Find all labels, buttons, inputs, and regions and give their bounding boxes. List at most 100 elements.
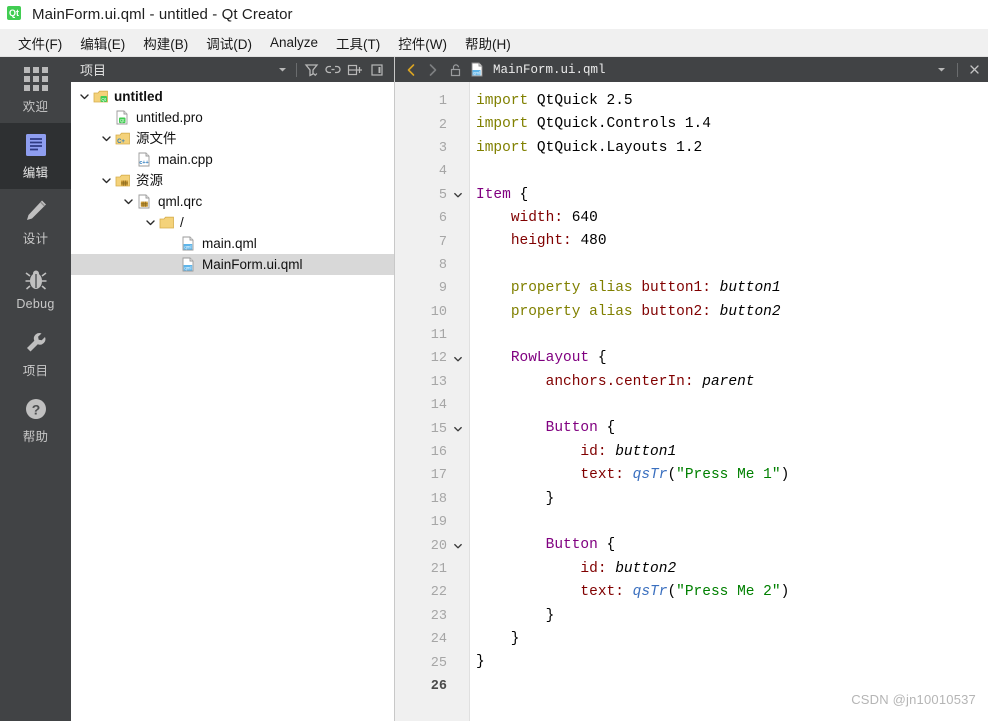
- menu-build[interactable]: 构建(B): [134, 30, 197, 56]
- toolbar-separator: [957, 62, 958, 77]
- code-line: import QtQuick 2.5: [476, 90, 988, 113]
- code-token: Button: [545, 420, 598, 437]
- menu-tools[interactable]: 工具(T): [327, 30, 389, 56]
- link-icon[interactable]: [322, 59, 344, 81]
- chevron-down-icon[interactable]: [931, 60, 951, 80]
- tree-item-label: untitled: [114, 88, 163, 104]
- tree-row[interactable]: /: [71, 212, 394, 233]
- code-token: {: [597, 537, 616, 554]
- title-bar: Qt MainForm.ui.qml - untitled - Qt Creat…: [0, 0, 988, 29]
- code-line: import QtQuick.Layouts 1.2: [476, 137, 988, 160]
- tree-row[interactable]: 资源: [71, 170, 394, 191]
- split-pane-icon[interactable]: [344, 59, 366, 81]
- line-number: 23: [430, 608, 447, 624]
- mode-item-label: 设计: [22, 232, 49, 246]
- mode-item-3[interactable]: 设计: [0, 189, 71, 255]
- code-token: 640: [571, 209, 598, 226]
- fold-chevron-icon[interactable]: [451, 424, 465, 434]
- tree-item-label: 资源: [136, 172, 163, 188]
- tree-row[interactable]: C+ 源文件: [71, 128, 394, 149]
- forward-arrow-icon[interactable]: [423, 60, 443, 80]
- line-number: 22: [430, 585, 447, 601]
- fold-chevron-icon[interactable]: [451, 190, 465, 200]
- code-token: qsTr: [632, 584, 668, 601]
- gutter-line: 9: [395, 277, 469, 300]
- code-token: button2: [719, 303, 781, 320]
- chevron-down-icon[interactable]: [99, 175, 114, 186]
- mode-item-6[interactable]: ? 帮助: [0, 387, 71, 453]
- chevron-down-icon[interactable]: [77, 91, 92, 102]
- code-token: }: [476, 654, 485, 671]
- code-token: :: [563, 233, 581, 250]
- menu-file[interactable]: 文件(F): [9, 30, 71, 56]
- line-number: 26: [430, 678, 447, 694]
- code-line: id: button1: [476, 441, 988, 464]
- code-line: }: [476, 488, 988, 511]
- line-number: 20: [430, 538, 447, 554]
- tree-row[interactable]: Qt untitled: [71, 86, 394, 107]
- line-number: 1: [438, 94, 447, 110]
- gutter-line: 13: [395, 371, 469, 394]
- chevron-down-icon[interactable]: [121, 196, 136, 207]
- tree-row[interactable]: qml MainForm.ui.qml: [71, 254, 394, 275]
- tree-row[interactable]: qml main.qml: [71, 233, 394, 254]
- menu-analyze[interactable]: Analyze: [261, 32, 327, 53]
- qml-file-icon: qml: [180, 257, 197, 273]
- mode-item-2[interactable]: 编辑: [0, 123, 71, 189]
- code-content[interactable]: import QtQuick 2.5 import QtQuick.Control…: [470, 82, 988, 721]
- close-panel-icon[interactable]: [366, 59, 388, 81]
- code-line: id: button2: [476, 558, 988, 581]
- chevron-down-icon[interactable]: [271, 59, 293, 81]
- tree-row[interactable]: qml.qrc: [71, 191, 394, 212]
- fold-chevron-icon[interactable]: [451, 541, 465, 551]
- close-icon[interactable]: [964, 60, 984, 80]
- gutter-line: 2: [395, 113, 469, 136]
- code-token: property alias: [510, 303, 633, 320]
- line-number: 24: [430, 632, 447, 648]
- fold-chevron-icon[interactable]: [451, 354, 465, 364]
- project-tree: Qt untitled Qt untitled.pro C+ 源文件 c++ main.cpp…: [71, 82, 394, 275]
- mode-item-4[interactable]: Debug: [0, 255, 71, 321]
- gutter-line: 21: [395, 558, 469, 581]
- code-editor[interactable]: 1 2 3 4 5 6 7 8 9 10 11 12 13 14 15 16 17 18 19 20 21 22 23 24 2…: [395, 82, 988, 721]
- menu-help[interactable]: 帮助(H): [456, 30, 520, 56]
- grid-icon: [22, 65, 50, 93]
- filter-icon[interactable]: [300, 59, 322, 81]
- code-line: }: [476, 605, 988, 628]
- code-token: import: [476, 116, 529, 133]
- tree-row[interactable]: Qt untitled.pro: [71, 107, 394, 128]
- code-token: QtQuick 2.5: [528, 93, 633, 109]
- gutter-line: 26: [395, 675, 469, 698]
- code-token: :: [597, 443, 616, 460]
- menu-edit[interactable]: 编辑(E): [71, 30, 134, 56]
- editor-toolbar: qml MainForm.ui.qml: [395, 57, 988, 82]
- qml-file-icon: qml: [180, 236, 197, 252]
- line-number: 10: [430, 304, 447, 320]
- code-token: height: [510, 233, 564, 250]
- chevron-down-icon[interactable]: [143, 217, 158, 228]
- svg-text:c++: c++: [139, 160, 148, 166]
- gutter-line: 17: [395, 464, 469, 487]
- mode-item-1[interactable]: 欢迎: [0, 57, 71, 123]
- unlock-icon[interactable]: [445, 60, 465, 80]
- chevron-down-icon[interactable]: [99, 133, 114, 144]
- back-arrow-icon[interactable]: [401, 60, 421, 80]
- gutter-line: 8: [395, 254, 469, 277]
- qml-file-icon: qml: [467, 60, 487, 80]
- code-line: property alias button2: button2: [476, 301, 988, 324]
- mode-item-5[interactable]: 项目: [0, 321, 71, 387]
- line-number: 21: [430, 562, 447, 577]
- menu-debug[interactable]: 调试(D): [197, 30, 261, 56]
- gutter-line: 6: [395, 207, 469, 230]
- tree-row[interactable]: c++ main.cpp: [71, 149, 394, 170]
- qt-project-icon: Qt: [92, 89, 109, 105]
- menu-window[interactable]: 控件(W): [389, 30, 456, 56]
- mode-item-label: 欢迎: [22, 100, 49, 114]
- code-token: import: [476, 139, 529, 156]
- editor-filename: MainForm.ui.qml: [493, 62, 606, 77]
- code-token: QtQuick.Layouts 1.2: [528, 139, 703, 156]
